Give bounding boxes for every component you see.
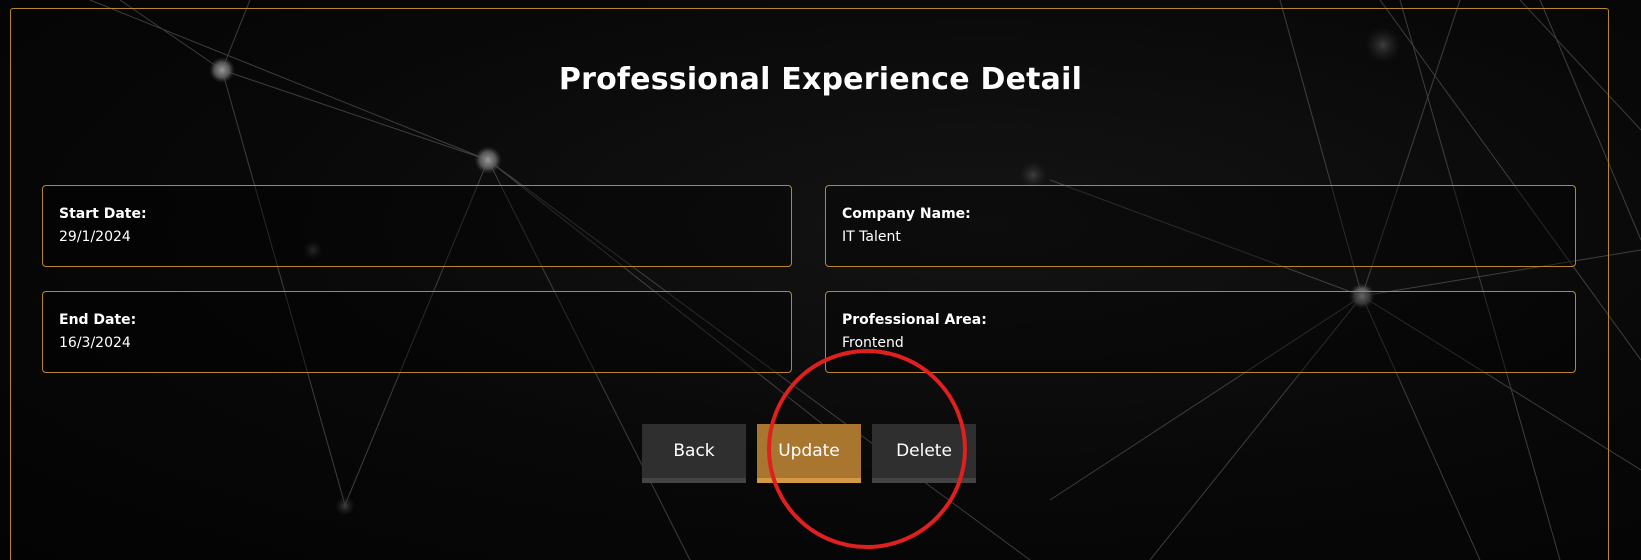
page-background: Professional Experience Detail Start Dat… bbox=[0, 0, 1641, 560]
end-date-label: End Date: bbox=[59, 312, 137, 328]
company-name-field: Company Name: IT Talent bbox=[825, 185, 1576, 267]
company-name-label: Company Name: bbox=[842, 206, 971, 222]
end-date-value: 16/3/2024 bbox=[59, 335, 131, 351]
delete-button[interactable]: Delete bbox=[872, 424, 976, 483]
professional-area-label: Professional Area: bbox=[842, 312, 987, 328]
company-name-value: IT Talent bbox=[842, 229, 901, 245]
professional-area-value: Frontend bbox=[842, 335, 904, 351]
start-date-field: Start Date: 29/1/2024 bbox=[42, 185, 792, 267]
start-date-label: Start Date: bbox=[59, 206, 147, 222]
end-date-field: End Date: 16/3/2024 bbox=[42, 291, 792, 373]
update-button[interactable]: Update bbox=[757, 424, 861, 483]
professional-area-field: Professional Area: Frontend bbox=[825, 291, 1576, 373]
back-button[interactable]: Back bbox=[642, 424, 746, 483]
page-title: Professional Experience Detail bbox=[558, 62, 1083, 97]
start-date-value: 29/1/2024 bbox=[59, 229, 131, 245]
